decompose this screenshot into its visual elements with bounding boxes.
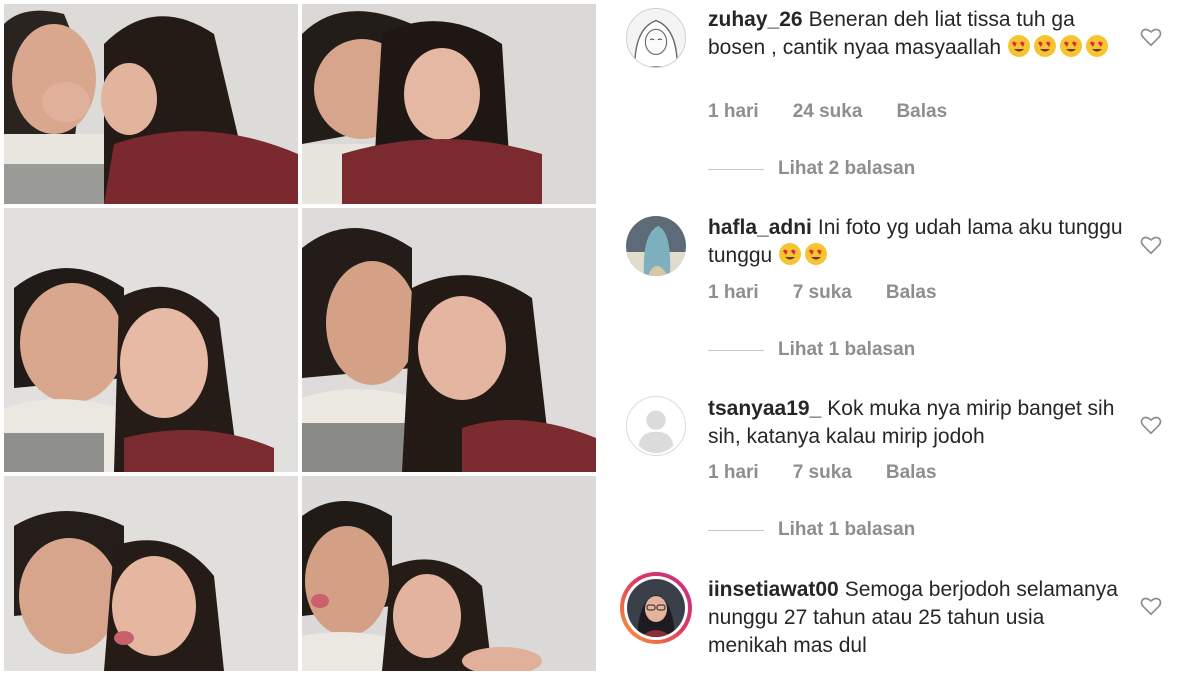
photo-collage <box>0 0 600 675</box>
comment-username[interactable]: tsanyaa19_ <box>708 397 821 420</box>
reply-button[interactable]: Balas <box>886 282 937 304</box>
heart-eyes-emoji <box>1085 35 1111 59</box>
like-heart-icon[interactable] <box>1140 595 1162 617</box>
reply-button[interactable]: Balas <box>896 101 947 123</box>
heart-eyes-emoji <box>778 243 804 267</box>
replies-divider <box>708 529 764 531</box>
comment-text: tsanyaa19_ Kok muka nya mirip banget sih … <box>708 395 1128 451</box>
view-replies-label[interactable]: Lihat 2 balasan <box>778 158 915 180</box>
comment-username[interactable]: hafla_adni <box>708 216 812 239</box>
photo-middle-left <box>4 208 298 472</box>
comment-time: 1 hari <box>708 101 759 122</box>
comment-meta: 1 hari 24 suka Balas <box>708 101 981 123</box>
comment-username[interactable]: iinsetiawat00 <box>708 578 839 601</box>
heart-eyes-emoji <box>804 243 830 267</box>
avatar <box>624 576 688 640</box>
comment-likes[interactable]: 24 suka <box>793 101 863 123</box>
view-replies-button[interactable]: Lihat 1 balasan <box>708 519 915 541</box>
comment-time: 1 hari <box>708 462 759 483</box>
heart-eyes-emoji <box>1033 35 1059 59</box>
photo-middle-right <box>302 208 596 472</box>
comment-text: iinsetiawat00 Semoga berjodoh selamanya n… <box>708 576 1128 660</box>
photo-bottom-right <box>302 476 596 671</box>
heart-eyes-emoji <box>1007 35 1033 59</box>
comment-meta: 1 hari 7 suka Balas <box>708 462 971 484</box>
reply-button[interactable]: Balas <box>886 462 937 484</box>
comment-text: zuhay_26 Beneran deh liat tissa tuh ga bo… <box>708 6 1128 62</box>
replies-divider <box>708 349 764 351</box>
comment-username[interactable]: zuhay_26 <box>708 8 803 31</box>
like-heart-icon[interactable] <box>1140 26 1162 48</box>
view-replies-button[interactable]: Lihat 2 balasan <box>708 158 915 180</box>
photo-bottom-left <box>4 476 298 671</box>
comment-text: hafla_adni Ini foto yg udah lama aku tung… <box>708 214 1128 270</box>
comments-panel: zuhay_26 Beneran deh liat tissa tuh ga bo… <box>600 0 1200 675</box>
avatar[interactable] <box>626 8 686 68</box>
view-replies-button[interactable]: Lihat 1 balasan <box>708 339 915 361</box>
heart-eyes-emoji <box>1059 35 1085 59</box>
like-heart-icon[interactable] <box>1140 414 1162 436</box>
view-replies-label[interactable]: Lihat 1 balasan <box>778 519 915 541</box>
view-replies-label[interactable]: Lihat 1 balasan <box>778 339 915 361</box>
comment-meta: 1 hari 7 suka Balas <box>708 282 971 304</box>
avatar-story-ring[interactable] <box>620 572 692 644</box>
comment-time: 1 hari <box>708 282 759 303</box>
replies-divider <box>708 168 764 170</box>
photo-top-right <box>302 4 596 204</box>
avatar[interactable] <box>626 396 686 456</box>
like-heart-icon[interactable] <box>1140 234 1162 256</box>
comment-likes[interactable]: 7 suka <box>793 282 852 304</box>
photo-top-left <box>4 4 298 204</box>
avatar[interactable] <box>626 216 686 276</box>
comment-likes[interactable]: 7 suka <box>793 462 852 484</box>
